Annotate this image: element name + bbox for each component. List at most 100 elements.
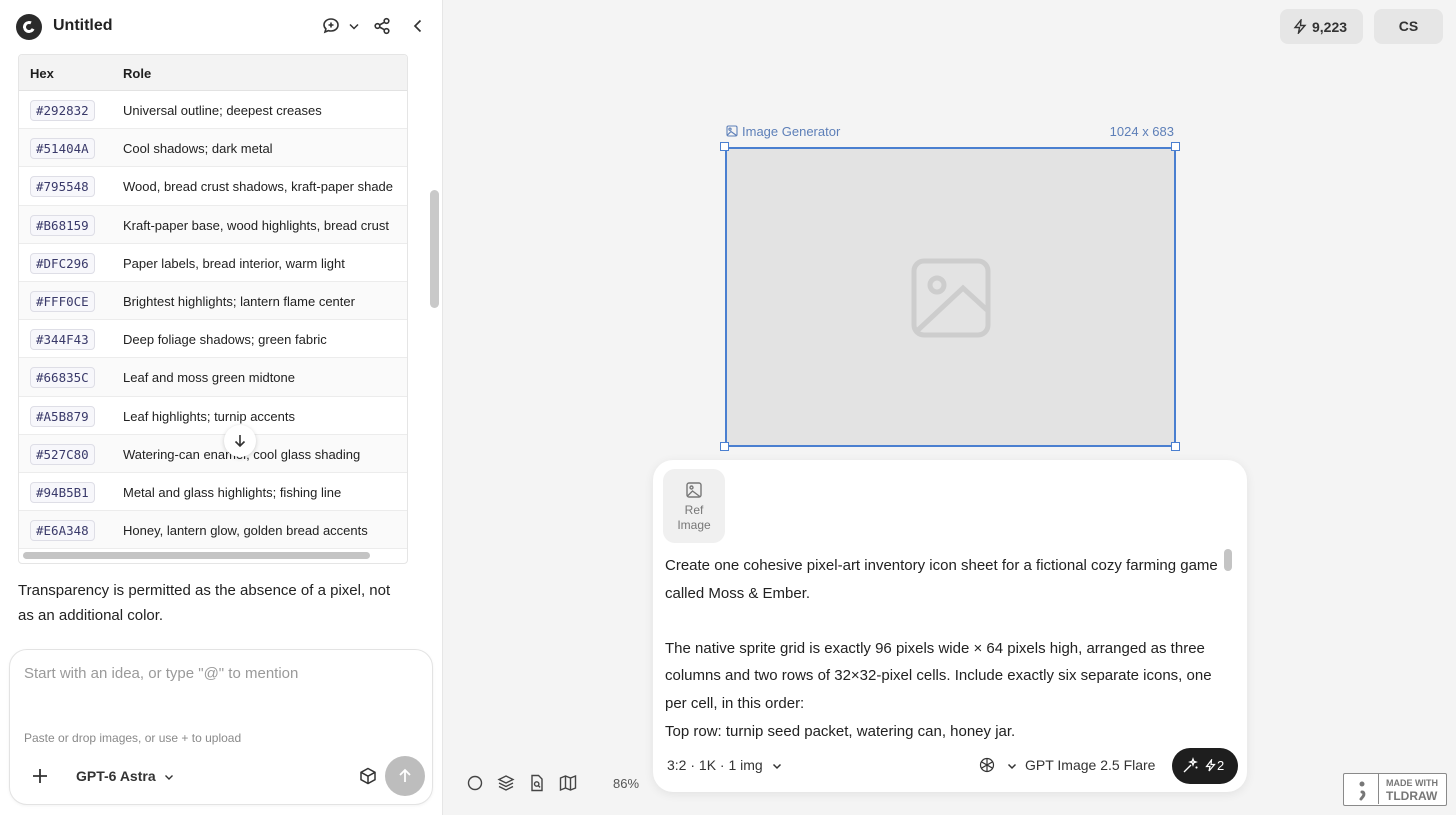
arrow-up-icon xyxy=(399,768,411,782)
color-role: Deep foliage shadows; green fabric xyxy=(123,332,327,348)
column-header-role: Role xyxy=(123,66,152,81)
hex-code: #66835C xyxy=(30,367,95,389)
zoom-level[interactable]: 86% xyxy=(613,776,639,791)
prompt-paragraph: Top row: turnip seed packet, watering ca… xyxy=(665,722,1016,740)
hex-code: #A5B879 xyxy=(30,405,95,427)
chat-vertical-scrollbar[interactable] xyxy=(430,190,439,308)
cube-icon xyxy=(360,767,376,785)
table-row: #344F43 Deep foliage shadows; green fabri… xyxy=(19,320,407,359)
palette-table: Hex Role #292832 Universal outline; deepe… xyxy=(18,54,408,564)
color-role: Paper labels, bread interior, warm light xyxy=(123,255,345,271)
generate-button[interactable]: 2 xyxy=(1172,748,1238,784)
message-text: Transparency is permitted as the absence… xyxy=(18,582,391,624)
column-header-hex: Hex xyxy=(30,66,54,81)
table-row: #DFC296 Paper labels, bread interior, war… xyxy=(19,244,407,282)
map-icon[interactable] xyxy=(559,774,577,792)
chat-panel: Untitled Hex Role #292832 Universal outli… xyxy=(0,0,443,815)
share-icon[interactable] xyxy=(372,16,392,36)
hex-code: #B68159 xyxy=(30,214,95,236)
settings-text: 3:2 · 1K · 1 img xyxy=(667,757,763,773)
prompt-paragraph: The native sprite grid is exactly 96 pix… xyxy=(665,639,1212,712)
chevron-down-icon xyxy=(164,775,173,781)
resize-handle-top-right[interactable] xyxy=(1171,142,1180,151)
ref-label-line-2: Image xyxy=(677,518,711,532)
scroll-down-button[interactable] xyxy=(224,425,256,457)
prompt-paragraph: Create one cohesive pixel-art inventory … xyxy=(665,557,1218,602)
frame-label-text: Image Generator xyxy=(742,124,841,139)
chevron-down-icon[interactable] xyxy=(344,16,359,36)
add-attachment-button[interactable] xyxy=(30,766,50,786)
lightning-icon xyxy=(1293,19,1307,34)
table-horizontal-scrollbar[interactable] xyxy=(23,552,370,559)
hex-code: #344F43 xyxy=(30,329,95,351)
generation-settings[interactable]: 3:2 · 1K · 1 img xyxy=(667,757,783,773)
table-row: #795548 Wood, bread crust shadows, kraft-… xyxy=(19,167,407,206)
color-role: Leaf highlights; turnip accents xyxy=(123,408,295,424)
hex-code: #51404A xyxy=(30,138,95,160)
color-role: Metal and glass highlights; fishing line xyxy=(123,484,342,500)
layers-icon[interactable] xyxy=(497,774,515,792)
resize-handle-bottom-left[interactable] xyxy=(720,442,729,451)
table-row: #FFF0CE Brightest highlights; lantern fla… xyxy=(19,281,407,321)
file-search-icon[interactable] xyxy=(528,774,546,792)
chat-header: Untitled xyxy=(0,0,443,52)
send-button[interactable] xyxy=(385,756,425,796)
prompt-textarea[interactable]: Create one cohesive pixel-art inventory … xyxy=(665,552,1221,746)
chat-composer: Start with an idea, or type "@" to menti… xyxy=(9,649,433,805)
collapse-panel-icon[interactable] xyxy=(408,16,428,36)
made-with-tldraw-badge[interactable]: MADE WITH TLDRAW xyxy=(1343,773,1447,806)
upload-hint: Paste or drop images, or use + to upload xyxy=(24,731,242,745)
table-header: Hex Role xyxy=(19,55,407,91)
user-avatar[interactable]: CS xyxy=(1374,9,1443,44)
table-row: #B68159 Kraft-paper base, wood highlights… xyxy=(19,205,407,244)
document-title[interactable]: Untitled xyxy=(53,17,113,35)
sparkle-wand-icon xyxy=(1183,757,1198,773)
hex-code: #527C80 xyxy=(30,443,95,465)
hex-code: #292832 xyxy=(30,100,95,121)
table-body: #292832 Universal outline; deepest crease… xyxy=(19,91,407,550)
color-role: Kraft-paper base, wood highlights, bread… xyxy=(123,217,389,233)
new-chat-icon[interactable] xyxy=(321,16,341,36)
image-generator-frame[interactable] xyxy=(725,147,1176,447)
chevron-down-icon xyxy=(772,764,781,770)
chevron-down-icon xyxy=(1007,764,1017,770)
table-row: #E6A348 Honey, lantern glow, golden bread… xyxy=(19,511,407,550)
resize-handle-bottom-right[interactable] xyxy=(1171,442,1180,451)
made-with-text: MADE WITH xyxy=(1386,778,1438,788)
image-icon xyxy=(726,125,738,137)
cube-tool-button[interactable] xyxy=(358,766,378,786)
model-selector[interactable]: GPT-6 Astra xyxy=(76,768,175,784)
hex-code: #795548 xyxy=(30,176,95,198)
color-role: Universal outline; deepest creases xyxy=(123,103,322,118)
color-role: Cool shadows; dark metal xyxy=(123,141,273,157)
image-model-name: GPT Image 2.5 Flare xyxy=(1025,757,1156,773)
hex-code: #94B5B1 xyxy=(30,481,95,503)
plus-icon xyxy=(33,769,47,783)
table-row: #527C80 Watering-can enamel; cool glass s… xyxy=(19,434,407,473)
table-row: #A5B879 Leaf highlights; turnip accents xyxy=(19,397,407,435)
hex-code: #FFF0CE xyxy=(30,290,95,312)
color-role: Honey, lantern glow, golden bread accent… xyxy=(123,523,368,539)
resize-handle-top-left[interactable] xyxy=(720,142,729,151)
arrow-down-icon xyxy=(234,435,246,448)
ellipse-tool-icon[interactable] xyxy=(466,774,484,792)
app-logo[interactable] xyxy=(16,14,42,40)
openai-logo-icon xyxy=(979,757,995,773)
prompt-scrollbar[interactable] xyxy=(1224,549,1232,571)
frame-dimensions: 1024 x 683 xyxy=(1109,124,1174,139)
image-generator-panel: Ref Image Create one cohesive pixel-art … xyxy=(653,460,1247,792)
generate-cost: 2 xyxy=(1217,758,1225,773)
credits-badge[interactable]: 9,223 xyxy=(1280,9,1363,44)
color-role: Wood, bread crust shadows, kraft-paper s… xyxy=(123,179,394,195)
image-icon xyxy=(686,482,702,498)
table-row: #51404A Cool shadows; dark metal xyxy=(19,129,407,168)
image-placeholder-icon xyxy=(911,258,991,338)
table-row: #66835C Leaf and moss green midtone xyxy=(19,358,407,397)
table-row: #292832 Universal outline; deepest crease… xyxy=(19,91,407,130)
chat-input[interactable]: Start with an idea, or type "@" to menti… xyxy=(24,665,298,682)
hex-code: #DFC296 xyxy=(30,252,95,274)
credits-count: 9,223 xyxy=(1312,19,1348,35)
color-role: Brightest highlights; lantern flame cent… xyxy=(123,293,355,309)
ref-label-line-1: Ref xyxy=(684,503,704,517)
ref-image-button[interactable]: Ref Image xyxy=(663,469,725,543)
